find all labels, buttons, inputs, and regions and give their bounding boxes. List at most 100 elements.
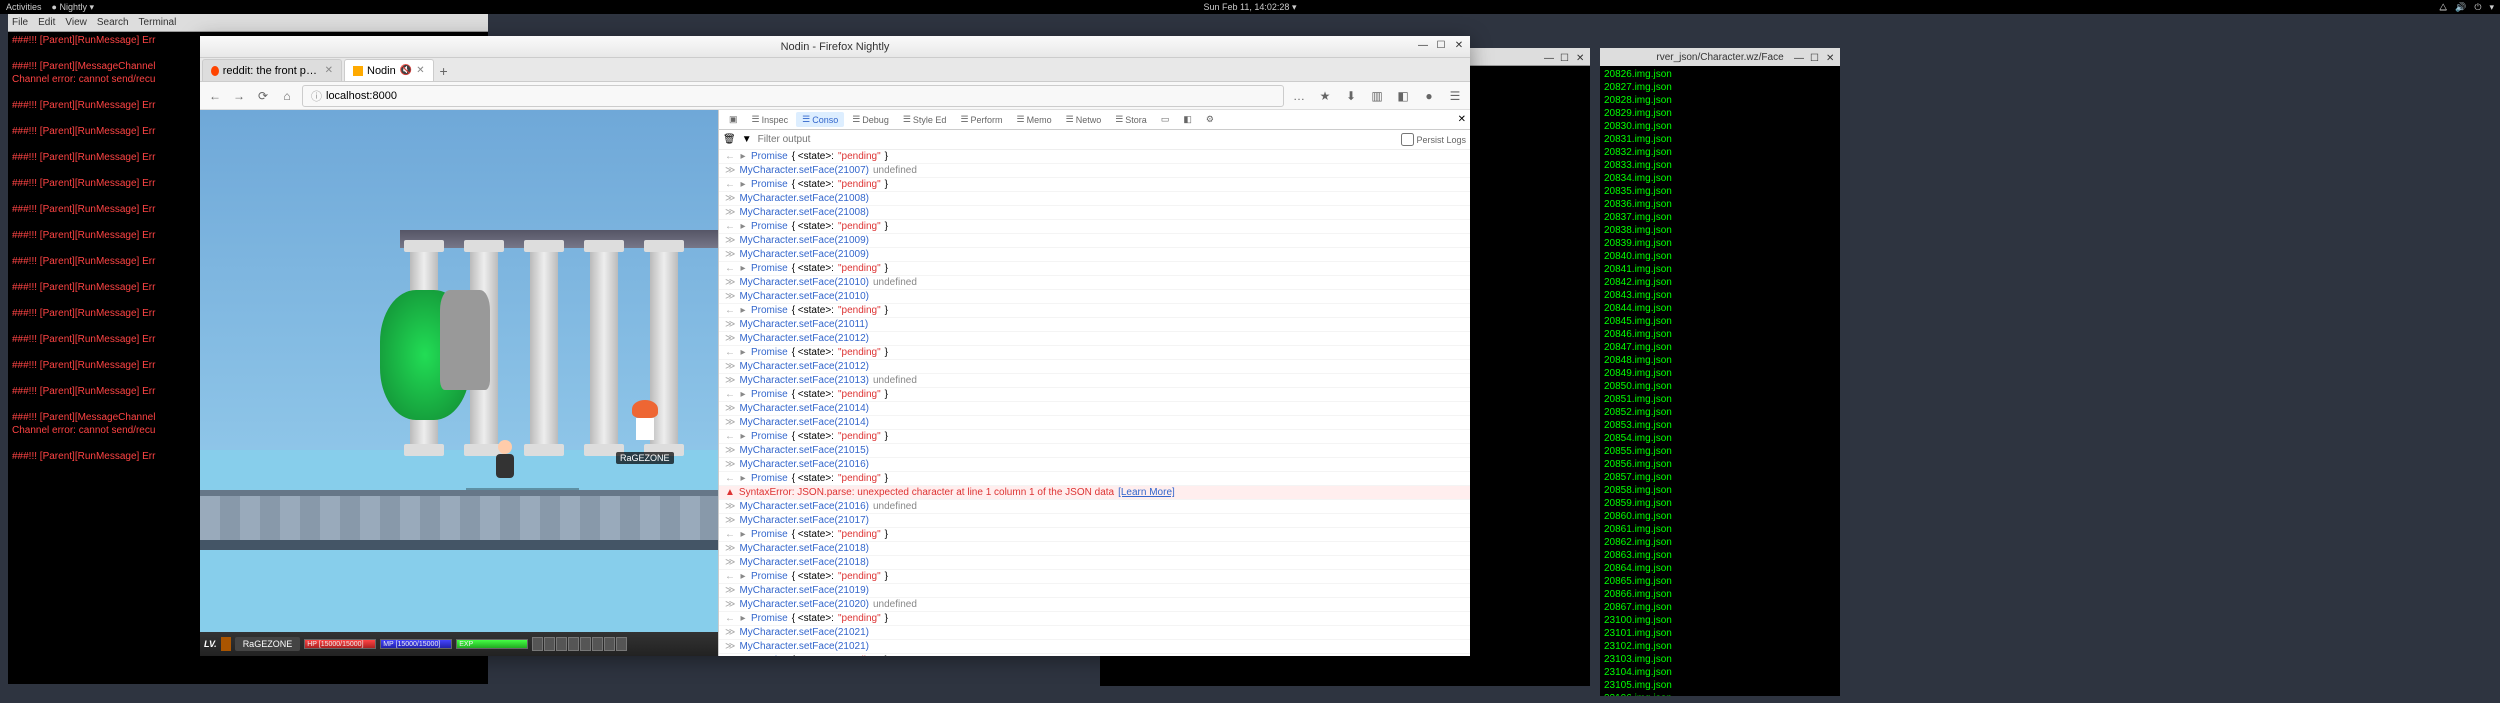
clock[interactable]: Sun Feb 11, 14:02:28 ▾ <box>1204 2 1297 13</box>
devtools-tabstrip[interactable]: ▣ ☰ Inspec ☰ Conso ☰ Debug ☰ Style Ed ☰ … <box>719 110 1470 130</box>
devtools-panel[interactable]: ▣ ☰ Inspec ☰ Conso ☰ Debug ☰ Style Ed ☰ … <box>718 110 1470 656</box>
devtools-tab-memory[interactable]: ☰ Memo <box>1011 112 1058 127</box>
expand-icon[interactable]: ▸ <box>739 179 747 190</box>
slot[interactable] <box>616 637 627 651</box>
new-tab-button[interactable]: + <box>434 61 454 81</box>
firefox-window[interactable]: Nodin - Firefox Nightly — ☐ ✕ reddit: th… <box>200 36 1470 656</box>
console-row-promise[interactable]: ←▸Promise { <state>: "pending" } <box>719 570 1470 584</box>
console-row-call[interactable]: ≫MyCharacter.setFace(21021) <box>719 640 1470 654</box>
console-row-call[interactable]: ≫MyCharacter.setFace(21007) undefined <box>719 164 1470 178</box>
page-actions-button[interactable]: … <box>1290 87 1308 105</box>
console-row-call[interactable]: ≫MyCharacter.setFace(21009) <box>719 234 1470 248</box>
game-viewport[interactable]: Spiegelmann Monster Carnival RaGEZONE LV… <box>200 110 718 656</box>
expand-icon[interactable]: ▸ <box>739 389 747 400</box>
close-icon[interactable]: ✕ <box>325 65 333 76</box>
console-row-call[interactable]: ≫MyCharacter.setFace(21014) <box>719 416 1470 430</box>
expand-icon[interactable]: ▸ <box>739 431 747 442</box>
expand-icon[interactable]: ▸ <box>739 571 747 582</box>
console-row-promise[interactable]: ←▸Promise { <state>: "pending" } <box>719 472 1470 486</box>
close-button[interactable]: ✕ <box>1576 52 1586 62</box>
terminal-window-3[interactable]: rver_json/Character.wz/Face — ☐ ✕ 20826.… <box>1600 48 1840 696</box>
expand-icon[interactable]: ▸ <box>739 529 747 540</box>
console-row-call[interactable]: ≫MyCharacter.setFace(21010) <box>719 290 1470 304</box>
console-row-call[interactable]: ≫MyCharacter.setFace(21014) <box>719 402 1470 416</box>
expand-icon[interactable]: ▸ <box>739 263 747 274</box>
bookmark-star-icon[interactable]: ★ <box>1316 87 1334 105</box>
terminal-title[interactable]: rver_json/Character.wz/Face — ☐ ✕ <box>1600 48 1840 66</box>
persist-checkbox[interactable] <box>1401 133 1414 146</box>
slot[interactable] <box>556 637 567 651</box>
console-row-call[interactable]: ≫MyCharacter.setFace(21011) <box>719 318 1470 332</box>
slot[interactable] <box>532 637 543 651</box>
console-row-promise[interactable]: ←▸Promise { <state>: "pending" } <box>719 654 1470 656</box>
devtools-close-icon[interactable]: ✕ <box>1458 114 1466 125</box>
console-row-call[interactable]: ≫MyCharacter.setFace(21016) undefined <box>719 500 1470 514</box>
minimize-button[interactable]: — <box>1794 52 1804 62</box>
filter-input[interactable] <box>758 134 1396 145</box>
firefox-tabstrip[interactable]: reddit: the front page of ... ✕ Nodin 🔇 … <box>200 58 1470 82</box>
console-row-promise[interactable]: ←▸Promise { <state>: "pending" } <box>719 430 1470 444</box>
browser-tab-reddit[interactable]: reddit: the front page of ... ✕ <box>202 59 342 81</box>
slot[interactable] <box>580 637 591 651</box>
console-row-call[interactable]: ≫MyCharacter.setFace(21013) undefined <box>719 374 1470 388</box>
responsive-icon[interactable]: ▭ <box>1155 112 1176 127</box>
devtools-dock-icon[interactable]: ▣ <box>723 112 744 127</box>
menu-terminal[interactable]: Terminal <box>139 16 177 29</box>
console-log[interactable]: ←▸Promise { <state>: "pending" }≫MyChara… <box>719 150 1470 656</box>
expand-icon[interactable]: ▸ <box>739 221 747 232</box>
console-row-promise[interactable]: ←▸Promise { <state>: "pending" } <box>719 528 1470 542</box>
browser-tab-nodin[interactable]: Nodin 🔇 ✕ <box>344 59 434 81</box>
menu-edit[interactable]: Edit <box>38 16 55 29</box>
menu-file[interactable]: File <box>12 16 28 29</box>
console-row-promise[interactable]: ←▸Promise { <state>: "pending" } <box>719 150 1470 164</box>
slot[interactable] <box>544 637 555 651</box>
minimize-button[interactable]: — <box>1416 40 1430 54</box>
console-row-call[interactable]: ≫MyCharacter.setFace(21016) <box>719 458 1470 472</box>
console-row-promise[interactable]: ←▸Promise { <state>: "pending" } <box>719 178 1470 192</box>
downloads-icon[interactable]: ⬇ <box>1342 87 1360 105</box>
persist-logs-checkbox[interactable]: Persist Logs <box>1401 133 1466 146</box>
console-row-call[interactable]: ≫MyCharacter.setFace(21008) <box>719 206 1470 220</box>
volume-icon[interactable]: 🔊 <box>2455 2 2466 13</box>
devtools-tab-network[interactable]: ☰ Netwo <box>1060 112 1108 127</box>
console-row-call[interactable]: ≫MyCharacter.setFace(21018) <box>719 542 1470 556</box>
console-row-promise[interactable]: ←▸Promise { <state>: "pending" } <box>719 612 1470 626</box>
console-row-call[interactable]: ≫MyCharacter.setFace(21015) <box>719 444 1470 458</box>
firefox-titlebar[interactable]: Nodin - Firefox Nightly — ☐ ✕ <box>200 36 1470 58</box>
npc-spiegelmann[interactable] <box>490 440 520 484</box>
close-icon[interactable]: ✕ <box>416 65 424 76</box>
maximize-button[interactable]: ☐ <box>1434 40 1448 54</box>
url-bar[interactable]: ⓘ localhost:8000 <box>302 85 1284 107</box>
expand-icon[interactable]: ▸ <box>739 305 747 316</box>
console-row-call[interactable]: ≫MyCharacter.setFace(21020) undefined <box>719 598 1470 612</box>
slot[interactable] <box>604 637 615 651</box>
close-button[interactable]: ✕ <box>1452 40 1466 54</box>
devtools-tab-console[interactable]: ☰ Conso <box>796 112 844 127</box>
system-menu-icon[interactable]: ▾ <box>2489 2 2494 13</box>
console-row-error[interactable]: ▲ SyntaxError: JSON.parse: unexpected ch… <box>719 486 1470 500</box>
trash-icon[interactable]: 🗑 <box>723 134 736 145</box>
network-icon[interactable]: ⧋ <box>2439 2 2447 13</box>
console-row-call[interactable]: ≫MyCharacter.setFace(21018) <box>719 556 1470 570</box>
forward-button[interactable]: → <box>230 87 248 105</box>
expand-icon[interactable]: ▸ <box>739 655 747 656</box>
split-console-icon[interactable]: ◧ <box>1177 112 1198 127</box>
minimize-button[interactable]: — <box>1544 52 1554 62</box>
console-row-call[interactable]: ≫MyCharacter.setFace(21010) undefined <box>719 276 1470 290</box>
devtools-tab-styleeditor[interactable]: ☰ Style Ed <box>897 112 953 127</box>
skill-slots[interactable] <box>532 637 627 651</box>
sidebar-icon[interactable]: ◧ <box>1394 87 1412 105</box>
info-icon[interactable]: ⓘ <box>311 88 322 104</box>
console-row-call[interactable]: ≫MyCharacter.setFace(21019) <box>719 584 1470 598</box>
console-row-promise[interactable]: ←▸Promise { <state>: "pending" } <box>719 262 1470 276</box>
slot[interactable] <box>568 637 579 651</box>
menu-icon[interactable]: ☰ <box>1446 87 1464 105</box>
devtools-tab-inspector[interactable]: ☰ Inspec <box>746 112 795 127</box>
expand-icon[interactable]: ▸ <box>739 151 747 162</box>
player-character[interactable]: RaGEZONE <box>630 400 660 448</box>
devtools-tab-storage[interactable]: ☰ Stora <box>1109 112 1153 127</box>
console-row-call[interactable]: ≫MyCharacter.setFace(21017) <box>719 514 1470 528</box>
active-app-menu[interactable]: ● Nightly ▾ <box>52 2 94 13</box>
library-icon[interactable]: ▥ <box>1368 87 1386 105</box>
menu-view[interactable]: View <box>65 16 87 29</box>
